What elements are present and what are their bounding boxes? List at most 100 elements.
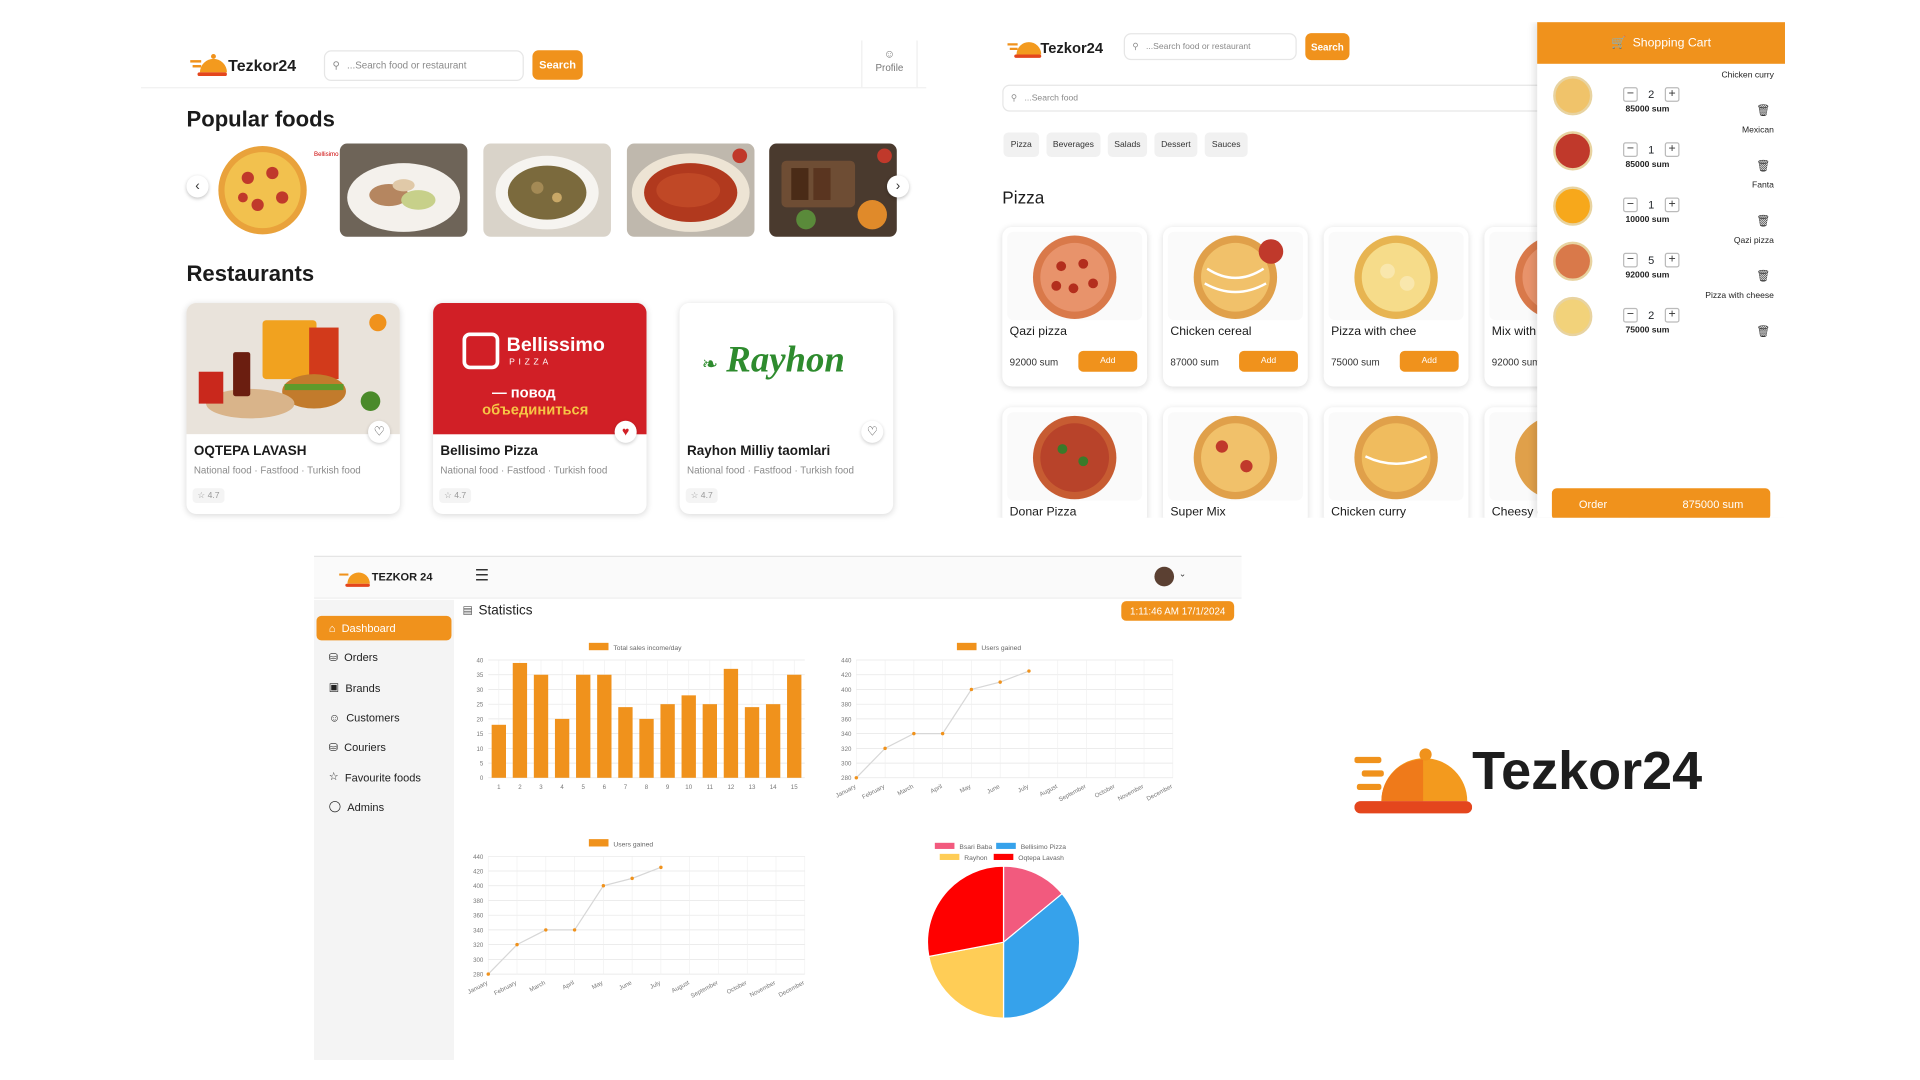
x-tick-label: 11 [707,784,714,791]
food-thumb-plate[interactable] [339,143,468,237]
bar [576,674,591,778]
x-tick-label: 9 [666,784,670,791]
search-icon: ⚲ [332,60,340,72]
increase-button[interactable]: + [1664,87,1680,102]
decrease-button[interactable]: − [1623,197,1638,213]
search-button[interactable]: Search [1305,33,1350,61]
legend-label: Users gained [981,645,1021,652]
increase-button[interactable]: + [1664,197,1680,213]
add-to-cart-button[interactable]: Add [1399,350,1459,372]
cart-item-qty: 1 [1648,143,1655,156]
sidebar-item[interactable]: ◯ Admins [317,795,452,820]
x-tick-label: March [528,979,547,993]
brand-name: TEZKOR 24 [371,570,433,583]
decrease-button[interactable]: − [1623,252,1638,268]
header-divider [141,87,927,89]
pizza-card[interactable]: Chicken curry [1323,407,1469,518]
pizza-card[interactable]: Donar Pizza [1002,407,1148,518]
cart-title: Shopping Cart [1632,36,1712,50]
favorite-icon-active[interactable]: ♥ [614,420,637,443]
user-icon: ☺ [883,47,896,61]
popular-foods-title: Popular foods [186,106,335,132]
x-tick-label: January [467,979,490,996]
food-thumb-pizza[interactable]: Bellisimo [211,143,339,237]
hamburger-icon[interactable]: ☰ [475,566,489,586]
x-tick-label: October [1094,783,1117,799]
restaurant-card[interactable]: Rayhon ❧ ♡ Rayhon Milliy taomlari Nation… [679,303,894,515]
carousel-prev-button[interactable]: ‹ [186,175,209,198]
user-icon: ☺ [328,711,341,724]
cart-item: Chicken curry −2 +85000 sum 🗑 [1537,71,1782,126]
decrease-button[interactable]: − [1623,307,1638,323]
trash-icon[interactable]: 🗑 [1756,215,1770,228]
pizza-image [1007,412,1143,501]
x-tick-label: December [777,979,805,998]
chevron-down-icon[interactable]: ⌄ [1179,569,1186,579]
rating-badge: ☆ 4.7 [192,488,225,503]
decrease-button[interactable]: − [1623,87,1638,102]
rayhon-logo-text: Rayhon [726,339,845,381]
decrease-button[interactable]: − [1623,142,1638,158]
add-to-cart-button[interactable]: Add [1239,350,1298,372]
category-chip[interactable]: Sauces [1204,132,1248,158]
x-tick-label: 4 [560,784,564,791]
carousel-next-button[interactable]: › [886,175,910,198]
bar [533,674,549,778]
category-chip[interactable]: Dessert [1154,132,1198,158]
sidebar-item[interactable]: ⛁ Orders [317,646,452,671]
x-tick-label: December [1146,783,1174,802]
food-search-input[interactable]: ⚲ ...Search food [1002,84,1552,112]
pizza-card[interactable]: Super Mix [1163,407,1308,518]
restaurant-card[interactable]: ♡ OQTEPA LAVASH National food · Fastfood… [186,303,400,515]
pizza-image [1167,412,1303,501]
favorite-icon[interactable]: ♡ [861,420,884,443]
pizza-card[interactable]: Chicken cereal 87000 sum Add [1163,226,1308,387]
sidebar-item[interactable]: ☆ Favourite foods [317,765,452,790]
pizza-section-title: Pizza [1002,187,1045,208]
y-tick-label: 25 [477,702,484,709]
increase-button[interactable]: + [1664,252,1680,268]
y-tick-label: 35 [477,672,484,679]
trash-icon[interactable]: 🗑 [1756,270,1770,283]
add-to-cart-button[interactable]: Add [1078,350,1138,372]
category-chip[interactable]: Salads [1107,132,1148,158]
order-button[interactable]: Order 875000 sum [1551,488,1771,518]
profile-button[interactable]: ☺ Profile [861,40,918,88]
category-chip[interactable]: Beverages [1046,132,1101,158]
sidebar-item-label: Customers [346,711,400,724]
search-input[interactable]: ⚲ ...Search food or restaurant [1123,33,1297,61]
sidebar-item[interactable]: ⛁ Couriers [317,735,452,760]
trash-icon[interactable]: 🗑 [1756,159,1770,172]
food-thumb-soup[interactable] [483,143,611,237]
sidebar-item-label: Dashboard [341,621,396,635]
search-button[interactable]: Search [532,50,583,80]
trash-icon[interactable]: 🗑 [1756,325,1770,338]
favorite-icon[interactable]: ♡ [368,420,391,443]
pizza-card[interactable]: Pizza with chee 75000 sum Add [1323,226,1469,387]
food-thumb-kebab[interactable] [769,143,897,237]
trash-icon[interactable]: 🗑 [1756,104,1770,117]
restaurant-card[interactable]: Bellissimo PIZZA — повод объединиться ♥ … [433,303,647,515]
truck-icon: ⛁ [328,651,339,664]
quantity-stepper: −2 + [1623,307,1680,323]
sidebar-item[interactable]: ☺ Customers [317,705,452,730]
pizza-card[interactable]: Qazi pizza 92000 sum Add [1002,226,1148,387]
search-input[interactable]: ⚲ ...Search food or restaurant [323,50,524,81]
avatar[interactable] [1154,566,1175,587]
pizza-image [1328,412,1464,501]
sidebar-item[interactable]: ▣ Brands [317,675,452,700]
star-icon: ☆ [328,770,339,783]
cart-item-name: Fanta [1751,181,1774,191]
food-thumb-lahmacun[interactable] [626,143,755,237]
store-icon: ▣ [328,680,340,694]
y-tick-label: 340 [841,731,852,738]
increase-button[interactable]: + [1664,142,1680,158]
oqtepa-image [186,303,400,435]
sidebar-item[interactable]: ⌂ Dashboard [316,615,452,641]
category-chip[interactable]: Pizza [1003,132,1040,158]
cart-item-image [1553,241,1593,281]
x-tick-label: September [690,979,720,999]
data-point [630,876,634,881]
increase-button[interactable]: + [1664,307,1680,323]
data-point [659,865,663,870]
